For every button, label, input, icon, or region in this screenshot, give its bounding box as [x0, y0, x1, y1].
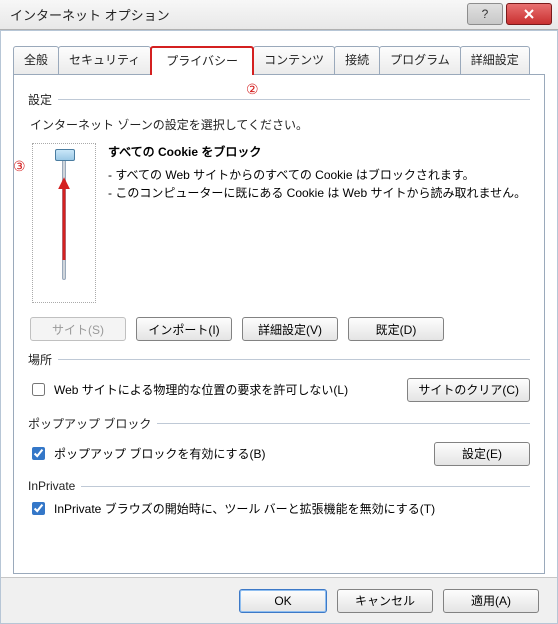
- inprivate-checkbox-label: InPrivate ブラウズの開始時に、ツール バーと拡張機能を無効にする(T): [54, 500, 435, 517]
- clear-sites-button[interactable]: サイトのクリア(C): [407, 378, 530, 402]
- tab-connections[interactable]: 接続: [334, 46, 380, 75]
- popup-label-text: ポップアップ ブロック: [28, 415, 151, 432]
- tab-programs[interactable]: プログラム: [379, 46, 461, 75]
- close-button[interactable]: [506, 3, 552, 25]
- privacy-policy-desc: - すべての Web サイトからのすべての Cookie はブロックされます。 …: [108, 166, 530, 202]
- privacy-panel: ② 設定 インターネット ゾーンの設定を選択してください。 ③ ▲ すべての C…: [13, 74, 545, 574]
- tab-privacy[interactable]: プライバシー: [150, 46, 254, 75]
- callout-2: ②: [246, 81, 259, 98]
- tab-content[interactable]: コンテンツ: [253, 46, 335, 75]
- sites-button: サイト(S): [30, 317, 126, 341]
- policy-line-1: - すべての Web サイトからのすべての Cookie はブロックされます。: [108, 166, 530, 184]
- apply-button[interactable]: 適用(A): [443, 589, 539, 613]
- privacy-slider[interactable]: ③ ▲: [32, 143, 96, 303]
- inprivate-group-label: InPrivate: [28, 479, 530, 493]
- window-title: インターネット オプション: [10, 5, 170, 24]
- policy-line-2: - このコンピューターに既にある Cookie は Web サイトから読み取れま…: [108, 184, 530, 202]
- popup-group-label: ポップアップ ブロック: [28, 415, 530, 432]
- arrow-line: [63, 180, 66, 260]
- settings-instruction: インターネット ゾーンの設定を選択してください。: [30, 116, 530, 133]
- location-label-text: 場所: [28, 351, 52, 368]
- inprivate-checkbox-row[interactable]: InPrivate ブラウズの開始時に、ツール バーと拡張機能を無効にする(T): [28, 499, 530, 518]
- close-icon: [523, 8, 535, 20]
- slider-thumb[interactable]: [55, 149, 75, 161]
- settings-label-text: 設定: [28, 91, 52, 108]
- cancel-button[interactable]: キャンセル: [337, 589, 433, 613]
- popup-checkbox-row[interactable]: ポップアップ ブロックを有効にする(B): [28, 444, 265, 463]
- ok-button[interactable]: OK: [239, 589, 327, 613]
- popup-checkbox[interactable]: [32, 447, 45, 460]
- tab-bar: 全般 セキュリティ プライバシー コンテンツ 接続 プログラム 詳細設定: [13, 45, 545, 74]
- inprivate-label-text: InPrivate: [28, 479, 75, 493]
- settings-group-label: 設定: [28, 91, 530, 108]
- help-button[interactable]: ?: [467, 3, 503, 25]
- tab-security[interactable]: セキュリティ: [58, 46, 151, 75]
- location-checkbox-label: Web サイトによる物理的な位置の要求を許可しない(L): [54, 381, 348, 398]
- location-group-label: 場所: [28, 351, 530, 368]
- inprivate-checkbox[interactable]: [32, 502, 45, 515]
- title-bar: インターネット オプション ?: [0, 0, 558, 30]
- import-button[interactable]: インポート(I): [136, 317, 232, 341]
- tab-advanced[interactable]: 詳細設定: [460, 46, 530, 75]
- privacy-policy-title: すべての Cookie をブロック: [108, 143, 530, 160]
- popup-checkbox-label: ポップアップ ブロックを有効にする(B): [54, 445, 265, 462]
- default-button[interactable]: 既定(D): [348, 317, 444, 341]
- location-checkbox[interactable]: [32, 383, 45, 396]
- location-checkbox-row[interactable]: Web サイトによる物理的な位置の要求を許可しない(L): [28, 380, 348, 399]
- callout-3: ③: [13, 158, 26, 175]
- tab-general[interactable]: 全般: [13, 46, 59, 75]
- advanced-settings-button[interactable]: 詳細設定(V): [242, 317, 338, 341]
- popup-settings-button[interactable]: 設定(E): [434, 442, 530, 466]
- dialog-client: 全般 セキュリティ プライバシー コンテンツ 接続 プログラム 詳細設定 ② 設…: [0, 30, 558, 624]
- dialog-button-bar: OK キャンセル 適用(A): [1, 577, 557, 623]
